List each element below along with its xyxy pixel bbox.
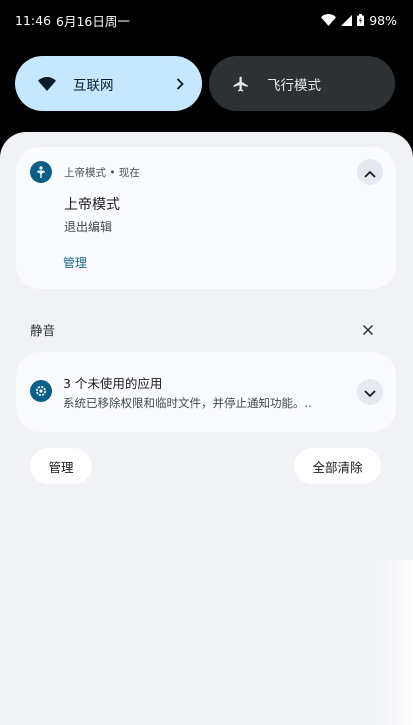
clear-all-button[interactable]: 全部清除 [294, 448, 381, 484]
edge-glow [372, 560, 413, 725]
internet-tile-label: 互联网 [73, 77, 114, 94]
notification-body: 系统已移除权限和临时文件，并停止通知功能。.. [63, 396, 312, 410]
chevron-up-icon [364, 163, 376, 182]
wifi-icon [37, 74, 57, 94]
manage-action-button[interactable]: 管理 [63, 254, 87, 271]
expand-button[interactable] [357, 379, 383, 405]
unused-apps-notification[interactable]: 3 个未使用的应用 系统已移除权限和临时文件，并停止通知功能。.. [16, 352, 396, 432]
notification-title: 3 个未使用的应用 [63, 376, 163, 391]
god-mode-notification[interactable]: 上帝模式 • 现在 上帝模式 退出编辑 管理 [16, 147, 396, 289]
chevron-right-icon [172, 76, 188, 92]
airplane-tile-label: 飞行模式 [267, 77, 321, 94]
status-right: 98% [321, 13, 397, 28]
notification-body: 退出编辑 [64, 220, 113, 234]
wifi-icon [321, 14, 337, 26]
close-icon[interactable] [362, 321, 376, 336]
airplane-icon [231, 74, 251, 94]
notification-header: 上帝模式 • 现在 [64, 167, 140, 179]
battery-icon [357, 14, 365, 26]
internet-tile[interactable]: 互联网 [15, 56, 202, 111]
gear-icon [30, 380, 52, 402]
status-time: 11:46 [15, 12, 52, 28]
chevron-down-icon [364, 383, 376, 402]
battery-percent: 98% [369, 12, 397, 28]
airplane-mode-tile[interactable]: 飞行模式 [209, 56, 395, 111]
silent-section-label: 静音 [30, 323, 56, 338]
notification-title: 上帝模式 [64, 197, 120, 213]
manage-button[interactable]: 管理 [30, 448, 92, 484]
collapse-button[interactable] [357, 159, 383, 185]
status-date: 6月16日周一 [56, 13, 130, 29]
notification-shade-screen: 11:46 6月16日周一 98% 互联网 飞行模式 上帝模式 • 现在 上帝模… [0, 0, 413, 725]
signal-icon [341, 14, 353, 26]
status-left: 11:46 6月16日周一 [15, 11, 130, 30]
status-bar: 11:46 6月16日周一 98% [0, 0, 413, 40]
app-icon [30, 161, 52, 183]
